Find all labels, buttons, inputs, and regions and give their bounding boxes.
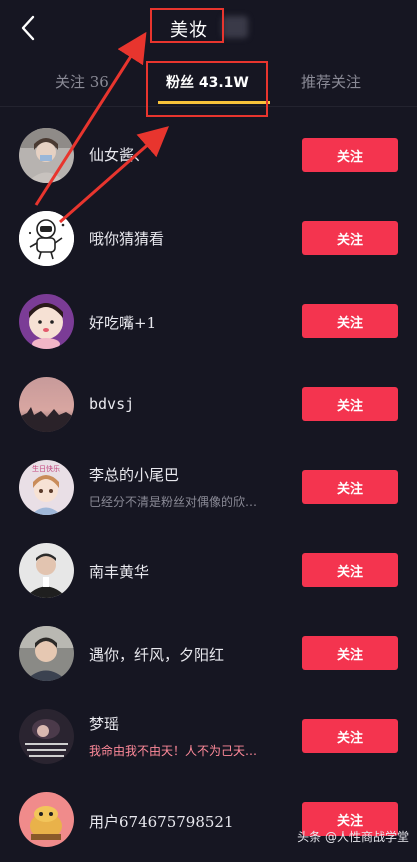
watermark: 头条 @人性商战学堂 <box>297 830 409 844</box>
annotation-arrow <box>59 126 170 224</box>
annotation-arrow <box>34 31 147 206</box>
annotation-arrows <box>34 31 170 224</box>
